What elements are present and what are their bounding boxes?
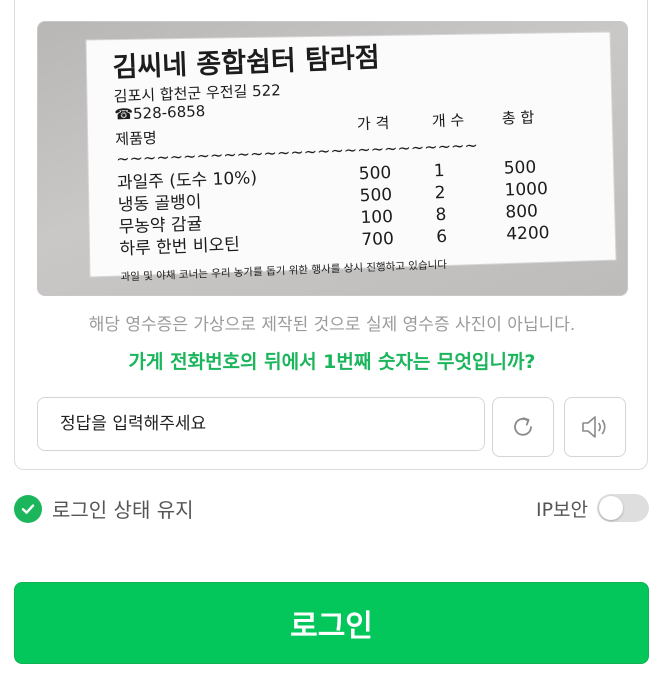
receipt-header-name: 제품명 bbox=[115, 129, 157, 149]
receipt-item-name: 냉동 골뱅이 bbox=[118, 192, 202, 215]
speaker-icon bbox=[582, 416, 606, 438]
receipt-image: 김씨네 종합쉼터 탐라점 김포시 합천군 우전길 522 ☎528-6858 제… bbox=[37, 21, 628, 296]
ip-security-label: IP보안 bbox=[535, 498, 588, 521]
receipt-item-name: 무농약 감귤 bbox=[118, 214, 202, 237]
captcha-notice: 해당 영수증은 가상으로 제작된 것으로 실제 영수증 사진이 아닙니다. bbox=[88, 315, 576, 335]
receipt-header-price: 가 격 bbox=[357, 114, 390, 133]
check-icon[interactable] bbox=[14, 494, 42, 523]
captcha-question: 가게 전화번호의 뒤에서 1번째 숫자는 무엇입니까? bbox=[128, 351, 536, 373]
receipt-item-qty: 1 bbox=[433, 161, 445, 181]
receipt-item-total: 4200 bbox=[506, 223, 550, 245]
receipt-item-price: 500 bbox=[358, 163, 391, 184]
receipt-header-total: 총 합 bbox=[501, 108, 534, 127]
receipt-item-total: 800 bbox=[505, 201, 538, 222]
ip-security-option[interactable]: IP보안 bbox=[536, 494, 649, 522]
receipt-item-total: 500 bbox=[503, 157, 536, 178]
receipt-item-price: 100 bbox=[360, 207, 393, 228]
login-button[interactable]: 로그인 bbox=[14, 582, 649, 664]
receipt-item-price: 500 bbox=[359, 185, 392, 206]
receipt-item-qty: 6 bbox=[436, 227, 448, 247]
refresh-icon bbox=[514, 417, 532, 436]
refresh-captcha-button[interactable] bbox=[492, 397, 554, 457]
audio-captcha-button[interactable] bbox=[564, 397, 626, 457]
receipt-item-qty: 8 bbox=[435, 205, 447, 225]
ip-security-toggle[interactable] bbox=[597, 494, 649, 522]
captcha-answer-input[interactable] bbox=[37, 397, 485, 451]
keep-login-option[interactable]: 로그인 상태 유지 bbox=[14, 494, 194, 523]
toggle-knob bbox=[599, 496, 623, 520]
receipt-phone: ☎528-6858 bbox=[114, 102, 206, 123]
receipt-header-qty: 개 수 bbox=[432, 111, 465, 130]
keep-login-label: 로그인 상태 유지 bbox=[52, 498, 194, 522]
receipt-item-qty: 2 bbox=[434, 183, 446, 203]
receipt-item-price: 700 bbox=[361, 229, 394, 250]
receipt-item-total: 1000 bbox=[504, 179, 548, 201]
